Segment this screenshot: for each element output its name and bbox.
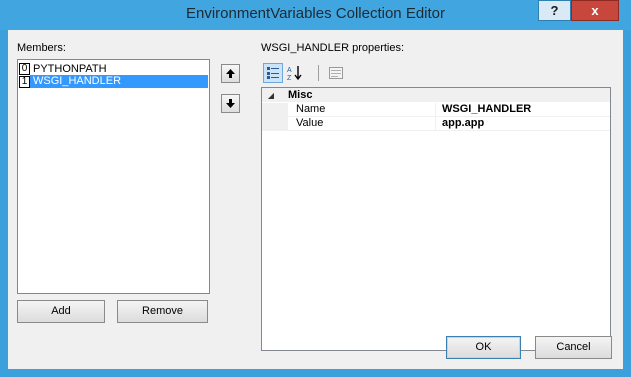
property-row-value[interactable]: Value app.app xyxy=(262,117,610,131)
help-button[interactable]: ? xyxy=(538,0,571,21)
svg-text:Z: Z xyxy=(287,75,292,81)
property-row-name[interactable]: Name WSGI_HANDLER xyxy=(262,103,610,117)
categorized-button[interactable] xyxy=(263,63,283,83)
add-button[interactable]: Add xyxy=(17,300,105,323)
arrow-down-icon xyxy=(226,99,235,108)
collapse-triangle-icon[interactable]: ◢ xyxy=(262,91,280,100)
toolbar-separator xyxy=(318,65,319,81)
property-name: Name xyxy=(288,103,436,116)
list-item-label: PYTHONPATH xyxy=(33,62,107,75)
members-listbox[interactable]: 0 PYTHONPATH 1 WSGI_HANDLER xyxy=(17,59,210,294)
property-name: Value xyxy=(288,117,436,130)
property-pages-button[interactable] xyxy=(326,63,346,83)
alphabetical-button[interactable]: A Z xyxy=(285,63,305,83)
sort-alphabetical-icon: A Z xyxy=(287,66,302,81)
property-value[interactable]: app.app xyxy=(436,117,610,130)
close-button[interactable]: x xyxy=(571,0,619,21)
property-pages-icon xyxy=(329,67,343,79)
members-label: Members: xyxy=(17,42,66,54)
row-margin xyxy=(262,103,288,116)
move-up-button[interactable] xyxy=(221,64,240,83)
cancel-button[interactable]: Cancel xyxy=(535,336,612,359)
title-bar[interactable]: EnvironmentVariables Collection Editor ?… xyxy=(0,0,631,30)
list-item[interactable]: 1 WSGI_HANDLER xyxy=(19,75,208,88)
list-item[interactable]: 0 PYTHONPATH xyxy=(19,62,208,75)
category-label: Misc xyxy=(288,89,313,101)
move-down-button[interactable] xyxy=(221,94,240,113)
arrow-up-icon xyxy=(226,69,235,78)
row-margin xyxy=(262,117,288,130)
ok-button[interactable]: OK xyxy=(446,336,521,359)
category-misc[interactable]: ◢ Misc xyxy=(262,88,610,102)
dialog-client-area: Members: 0 PYTHONPATH 1 WSGI_HANDLER Add… xyxy=(8,30,623,369)
property-grid[interactable]: ◢ Misc Name WSGI_HANDLER Value app.app xyxy=(261,87,611,351)
categorized-icon xyxy=(267,67,279,79)
remove-button[interactable]: Remove xyxy=(117,300,208,323)
list-item-label: WSGI_HANDLER xyxy=(30,75,208,88)
list-item-index: 1 xyxy=(19,75,30,88)
property-value[interactable]: WSGI_HANDLER xyxy=(436,103,610,116)
properties-label: WSGI_HANDLER properties: xyxy=(261,42,405,54)
svg-text:A: A xyxy=(287,67,292,74)
list-item-index: 0 xyxy=(19,62,30,75)
window-title: EnvironmentVariables Collection Editor xyxy=(185,5,445,22)
collection-editor-window: EnvironmentVariables Collection Editor ?… xyxy=(0,0,631,377)
